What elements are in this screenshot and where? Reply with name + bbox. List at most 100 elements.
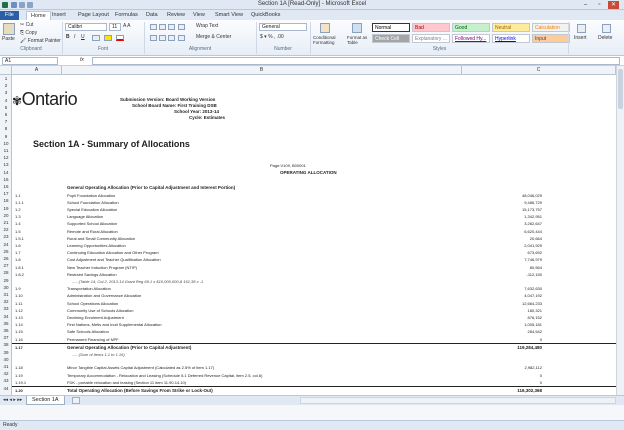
row-header[interactable]: 19	[0, 206, 12, 211]
row-header[interactable]: 24	[0, 242, 12, 247]
row-header[interactable]: 28	[0, 270, 12, 275]
paste-icon[interactable]	[3, 23, 15, 35]
cell-style-normal[interactable]: Normal	[372, 23, 410, 32]
insert-cells-icon[interactable]	[577, 24, 586, 33]
cell-style-bad[interactable]: Bad	[412, 23, 450, 32]
row-header[interactable]: 17	[0, 191, 12, 196]
row-header[interactable]: 1	[0, 76, 12, 81]
row-header[interactable]: 27	[0, 263, 12, 268]
delete-cells-icon[interactable]	[602, 24, 611, 33]
row-header[interactable]: 7	[0, 119, 12, 124]
format-painter-button[interactable]: 🖌 Format Painter	[20, 38, 61, 45]
row-header[interactable]: 39	[0, 350, 12, 355]
row-header[interactable]: 10	[0, 141, 12, 146]
tab-home[interactable]: Home	[26, 11, 51, 20]
row-header[interactable]: 8	[0, 126, 12, 131]
close-icon[interactable]: ✕	[608, 1, 619, 9]
row-header[interactable]: 37	[0, 335, 12, 340]
align-middle-icon[interactable]	[159, 24, 166, 30]
column-header-a[interactable]: A	[12, 66, 62, 75]
cell-style-hyperlink[interactable]: Hyperlink	[492, 34, 530, 43]
paste-button[interactable]: Paste	[2, 36, 15, 43]
row-header[interactable]: 35	[0, 321, 12, 326]
row-header[interactable]: 29	[0, 278, 12, 283]
row-header[interactable]: 4	[0, 98, 12, 103]
row-header[interactable]: 16	[0, 184, 12, 189]
tab-formulas[interactable]: Formulas	[115, 11, 138, 20]
number-format-select[interactable]: General	[259, 23, 307, 31]
scroll-thumb[interactable]	[618, 69, 623, 109]
worksheet-grid[interactable]: ✾Ontario Submission Version: Board Worki…	[12, 75, 616, 395]
cell-style-calculation[interactable]: Calculation	[532, 23, 570, 32]
tab-review[interactable]: Review	[167, 11, 185, 20]
cell-style-followed-hy[interactable]: Followed Hy...	[452, 34, 490, 43]
bold-button[interactable]: B	[66, 34, 70, 41]
minimize-icon[interactable]: –	[580, 1, 591, 9]
align-left-icon[interactable]	[150, 35, 157, 41]
row-header[interactable]: 21	[0, 220, 12, 225]
horizontal-scrollbar[interactable]	[300, 397, 616, 404]
row-header[interactable]: 13	[0, 162, 12, 167]
font-color-icon[interactable]	[116, 35, 124, 41]
wrap-text-button[interactable]: Wrap Text	[196, 23, 218, 30]
row-header[interactable]: 43	[0, 378, 12, 383]
delete-cells-button[interactable]: Delete	[598, 35, 612, 42]
cell-style-check-cell[interactable]: Check Cell	[372, 34, 410, 43]
row-header[interactable]: 33	[0, 306, 12, 311]
align-top-icon[interactable]	[150, 24, 157, 30]
cell-style-input[interactable]: Input	[532, 34, 570, 43]
column-header-b[interactable]: B	[62, 66, 462, 75]
row-header[interactable]: 36	[0, 328, 12, 333]
orientation-icon[interactable]	[178, 24, 185, 30]
align-center-icon[interactable]	[159, 35, 166, 41]
font-size-select[interactable]: 11	[109, 23, 121, 31]
tab-page-layout[interactable]: Page Layout	[78, 11, 109, 20]
row-header[interactable]: 41	[0, 364, 12, 369]
row-header[interactable]: 30	[0, 285, 12, 290]
conditional-formatting-button[interactable]: Conditional Formatting	[313, 35, 343, 45]
cell-style-neutral[interactable]: Neutral	[492, 23, 530, 32]
underline-button[interactable]: U	[81, 34, 85, 41]
row-header[interactable]: 40	[0, 357, 12, 362]
row-header[interactable]: 34	[0, 314, 12, 319]
row-header[interactable]: 20	[0, 213, 12, 218]
vertical-scrollbar[interactable]	[616, 66, 624, 395]
conditional-formatting-icon[interactable]	[320, 23, 330, 33]
align-right-icon[interactable]	[168, 35, 175, 41]
cell-style-good[interactable]: Good	[452, 23, 490, 32]
fx-icon[interactable]: fx	[80, 57, 84, 64]
row-header[interactable]: 18	[0, 198, 12, 203]
italic-button[interactable]: I	[74, 34, 75, 41]
row-header[interactable]: 6	[0, 112, 12, 117]
copy-button[interactable]: ⎘ Copy	[20, 30, 37, 37]
format-as-table-button[interactable]: Format as Table	[347, 35, 369, 45]
new-sheet-icon[interactable]	[72, 397, 80, 404]
maximize-icon[interactable]: ▫	[594, 1, 605, 9]
row-header[interactable]: 9	[0, 134, 12, 139]
row-header[interactable]: 26	[0, 256, 12, 261]
align-bottom-icon[interactable]	[168, 24, 175, 30]
row-header[interactable]: 5	[0, 105, 12, 110]
cell-style-explanatory[interactable]: Explanatory ...	[412, 34, 450, 43]
row-header[interactable]: 32	[0, 299, 12, 304]
tab-data[interactable]: Data	[146, 11, 158, 20]
row-header[interactable]: 31	[0, 292, 12, 297]
column-header-c[interactable]: C	[462, 66, 616, 75]
tab-view[interactable]: View	[193, 11, 205, 20]
row-header[interactable]: 3	[0, 90, 12, 95]
decrease-indent-icon[interactable]	[178, 35, 185, 41]
row-header[interactable]: 14	[0, 170, 12, 175]
borders-icon[interactable]	[92, 35, 100, 41]
row-header[interactable]: 42	[0, 371, 12, 376]
row-header[interactable]: 11	[0, 148, 12, 153]
select-all-corner[interactable]	[0, 66, 12, 75]
row-header[interactable]: 38	[0, 342, 12, 347]
merge-center-button[interactable]: Merge & Center	[196, 34, 231, 41]
grow-shrink-font-buttons[interactable]: A A	[123, 23, 131, 30]
tab-insert[interactable]: Insert	[52, 11, 66, 20]
sheet-nav-arrows[interactable]: ◂◂ ◂ ▸ ▸▸	[3, 397, 22, 404]
formula-input[interactable]	[92, 57, 620, 65]
row-header[interactable]: 12	[0, 155, 12, 160]
row-header[interactable]: 25	[0, 249, 12, 254]
format-as-table-icon[interactable]	[352, 23, 362, 33]
